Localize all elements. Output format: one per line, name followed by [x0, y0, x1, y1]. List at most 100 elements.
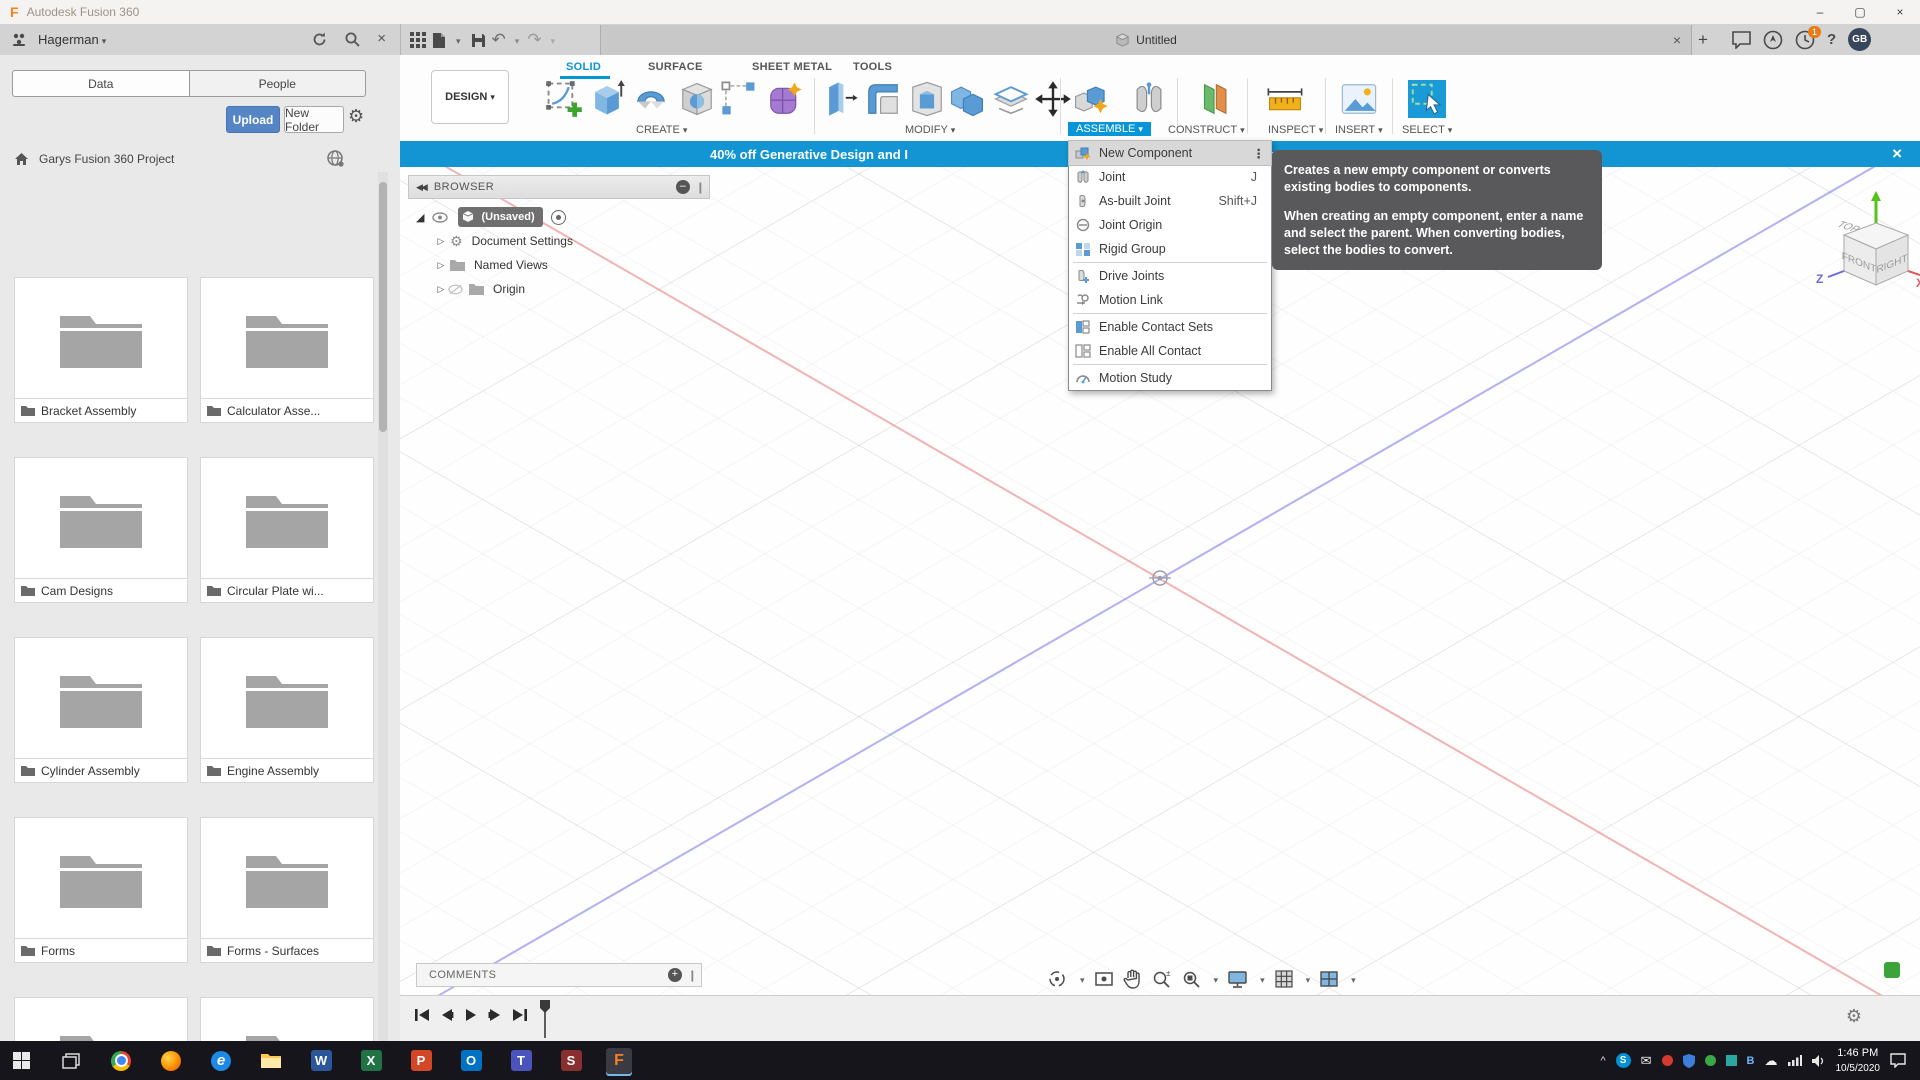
red-tray-icon[interactable]	[1662, 1055, 1673, 1066]
skype-tray-icon[interactable]: S	[1616, 1053, 1631, 1068]
tab-tools[interactable]: TOOLS	[853, 61, 892, 73]
banner-close-icon[interactable]: ×	[1892, 144, 1902, 164]
team-selector[interactable]: Hagerman	[38, 32, 99, 47]
cellular-signal-icon[interactable]	[1788, 1055, 1802, 1066]
upload-button[interactable]: Upload	[226, 106, 280, 133]
folder-thumbnail[interactable]	[200, 637, 374, 759]
comment-bubble-icon[interactable]	[1732, 31, 1751, 49]
folder-card[interactable]: Calculator Asse...	[200, 399, 374, 423]
construct-plane-icon[interactable]	[1195, 80, 1233, 118]
pattern-icon[interactable]	[720, 80, 758, 118]
comments-grip-handle[interactable]: ❙	[688, 969, 697, 982]
browser-row-document-settings[interactable]: ▷ ⚙ Document Settings	[408, 229, 710, 253]
group-assemble[interactable]: ASSEMBLE	[1068, 122, 1151, 136]
undo-icon[interactable]: ↶	[492, 30, 506, 50]
excel-icon[interactable]: X	[358, 1048, 384, 1074]
hole-icon[interactable]	[678, 80, 716, 118]
help-icon[interactable]: ?	[1827, 31, 1836, 48]
teal-tray-icon[interactable]	[1726, 1055, 1737, 1066]
panel-settings-gear-icon[interactable]: ⚙	[348, 106, 364, 127]
collapse-browser-icon[interactable]: ◀◀	[416, 182, 426, 193]
create-form-icon[interactable]	[766, 80, 804, 118]
timeline-settings-gear-icon[interactable]: ⚙	[1846, 1006, 1862, 1027]
folder-thumbnail[interactable]	[14, 817, 188, 939]
fit-icon[interactable]	[1181, 969, 1202, 990]
group-inspect[interactable]: INSPECT	[1268, 124, 1323, 136]
expand-icon[interactable]: ▷	[434, 236, 448, 247]
display-settings-icon[interactable]	[1227, 970, 1248, 989]
comments-expand-icon[interactable]: +	[668, 968, 682, 982]
grid-settings-icon[interactable]	[1274, 969, 1294, 989]
pan-icon[interactable]	[1123, 969, 1142, 989]
volume-icon[interactable]	[1812, 1055, 1826, 1067]
origin-marker[interactable]	[1145, 565, 1175, 591]
app-grid-icon[interactable]	[410, 32, 426, 48]
browser-header[interactable]: ◀◀ BROWSER – ❙	[408, 175, 710, 199]
close-tab-icon[interactable]: ×	[1673, 32, 1681, 48]
select-icon[interactable]	[1408, 80, 1446, 118]
task-view-button[interactable]	[58, 1048, 84, 1074]
folder-thumbnail[interactable]	[200, 277, 374, 399]
firefox-icon[interactable]	[158, 1048, 184, 1074]
folder-card[interactable]: Bracket Assembly	[14, 399, 188, 423]
cad-app-icon[interactable]: S	[558, 1048, 584, 1074]
bluetooth-icon[interactable]: B	[1747, 1055, 1755, 1067]
tab-surface[interactable]: SURFACE	[648, 61, 703, 73]
orbit-icon[interactable]	[1047, 969, 1068, 990]
mail-tray-icon[interactable]: ✉	[1641, 1053, 1652, 1069]
viewcube[interactable]: TOP FRONT RIGHT Z X	[1798, 185, 1920, 305]
revolve-icon[interactable]	[632, 80, 670, 118]
close-panel-icon[interactable]: ×	[377, 31, 386, 48]
fillet-icon[interactable]	[864, 80, 902, 118]
browser-root-row[interactable]: ◢ (Unsaved)	[408, 205, 710, 229]
search-icon[interactable]	[344, 31, 361, 48]
timeline-step-back-icon[interactable]	[440, 1008, 454, 1022]
folder-card[interactable]: Cylinder Assembly	[14, 759, 188, 783]
maximize-button[interactable]: ▢	[1840, 1, 1880, 24]
tab-people[interactable]: People	[190, 71, 366, 96]
browser-row-named-views[interactable]: ▷ Named Views	[408, 253, 710, 277]
fusion-360-taskbar-icon[interactable]: F	[606, 1048, 632, 1074]
browser-grip-handle[interactable]: ❙	[696, 181, 705, 194]
undo-caret-icon[interactable]	[512, 31, 520, 49]
avatar[interactable]: GB	[1848, 28, 1871, 51]
folder-thumbnail[interactable]	[14, 277, 188, 399]
folder-thumbnail[interactable]	[200, 997, 374, 1041]
group-modify[interactable]: MODIFY	[905, 124, 955, 136]
chrome-icon[interactable]	[108, 1048, 134, 1074]
menu-item-rigid-group[interactable]: Rigid Group	[1069, 237, 1271, 261]
taskbar-clock[interactable]: 1:46 PM 10/5/2020	[1836, 1046, 1881, 1075]
onedrive-cloud-icon[interactable]: ☁	[1765, 1053, 1778, 1069]
timeline-go-end-icon[interactable]	[512, 1008, 528, 1022]
refresh-icon[interactable]	[311, 31, 328, 48]
extrude-icon[interactable]	[588, 80, 626, 118]
tab-data[interactable]: Data	[13, 71, 190, 96]
new-tab-button[interactable]: +	[1698, 30, 1708, 50]
group-create[interactable]: CREATE	[636, 124, 687, 136]
root-document-chip[interactable]: (Unsaved)	[458, 207, 542, 227]
visibility-eye-icon[interactable]	[432, 212, 448, 223]
folder-card[interactable]: Forms - Surfaces	[200, 939, 374, 963]
in-canvas-chat-icon[interactable]	[1884, 962, 1900, 978]
expand-icon[interactable]: ▷	[434, 260, 448, 271]
menu-item-motion-study[interactable]: Motion Study	[1069, 366, 1271, 390]
folder-card[interactable]: Cam Designs	[14, 579, 188, 603]
save-icon[interactable]	[471, 33, 486, 48]
expand-icon[interactable]: ▷	[434, 284, 448, 295]
teams-icon[interactable]: T	[508, 1048, 534, 1074]
menu-item-enable-contact-sets[interactable]: Enable Contact Sets	[1069, 315, 1271, 339]
file-explorer-icon[interactable]	[258, 1048, 284, 1074]
look-at-icon[interactable]	[1094, 970, 1114, 988]
activate-radio-icon[interactable]	[551, 210, 566, 225]
press-pull-icon[interactable]	[822, 80, 860, 118]
viewports-icon[interactable]	[1319, 970, 1339, 988]
shell-icon[interactable]	[908, 80, 946, 118]
document-tab[interactable]: Untitled ×	[600, 25, 1692, 55]
menu-item-drive-joints[interactable]: Drive Joints	[1069, 264, 1271, 288]
close-window-button[interactable]: ×	[1880, 1, 1920, 24]
tab-sheet-metal[interactable]: SHEET METAL	[752, 61, 832, 73]
home-icon[interactable]	[14, 152, 29, 166]
new-component-icon[interactable]	[1072, 80, 1110, 118]
timeline-play-icon[interactable]	[464, 1008, 478, 1022]
folder-card[interactable]: Engine Assembly	[200, 759, 374, 783]
